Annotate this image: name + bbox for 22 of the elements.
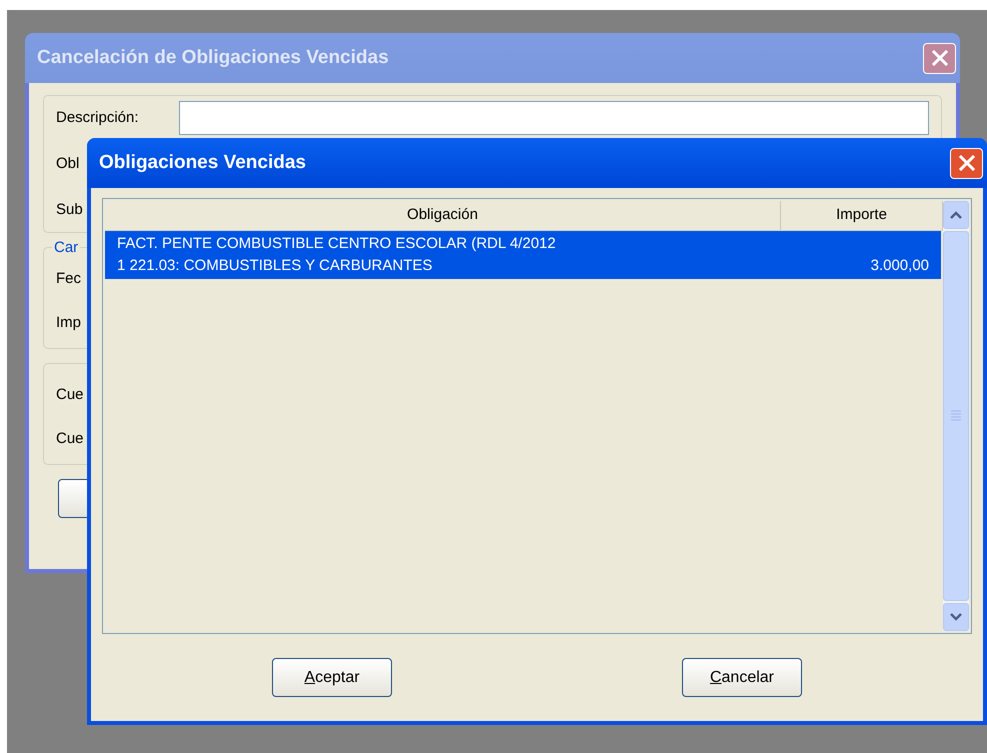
dialog-button[interactable]: Aceptar — [272, 658, 392, 697]
account-text: 1 221.03: COMBUSTIBLES Y CARBURANTES — [117, 256, 432, 276]
field-label: Descripción: — [56, 108, 139, 128]
dialog-button[interactable]: Cancelar — [682, 658, 802, 697]
field-label: Imp — [56, 313, 82, 333]
field-label: Cue — [56, 385, 85, 405]
window-title: Cancelación de Obligaciones Vencidas — [37, 46, 389, 70]
column-header[interactable]: Obligación — [105, 201, 781, 230]
obligation-description: FACT. PENTE COMBUSTIBLE CENTRO ESCOLAR (RDL 4/2012 — [117, 234, 557, 254]
description-field[interactable] — [178, 101, 929, 135]
close-button[interactable] — [923, 42, 956, 74]
close-icon — [930, 49, 948, 67]
amount-text: 3.000,00 — [870, 256, 929, 276]
grip-icon — [951, 410, 961, 422]
close-button[interactable] — [950, 148, 983, 178]
close-icon — [958, 154, 976, 172]
field-label: Obl — [56, 154, 80, 174]
list-row[interactable]: FACT. PENTE COMBUSTIBLE CENTRO ESCOLAR (RDL 4/2012 1 221.03: COMBUSTIBLES Y CARBURANTES 3.000,00 — [105, 231, 941, 279]
window-title: Obligaciones Vencidas — [99, 150, 306, 175]
field-label: Fec — [56, 269, 82, 289]
field-label: Sub — [56, 200, 83, 220]
field-label: Cue — [56, 429, 85, 449]
